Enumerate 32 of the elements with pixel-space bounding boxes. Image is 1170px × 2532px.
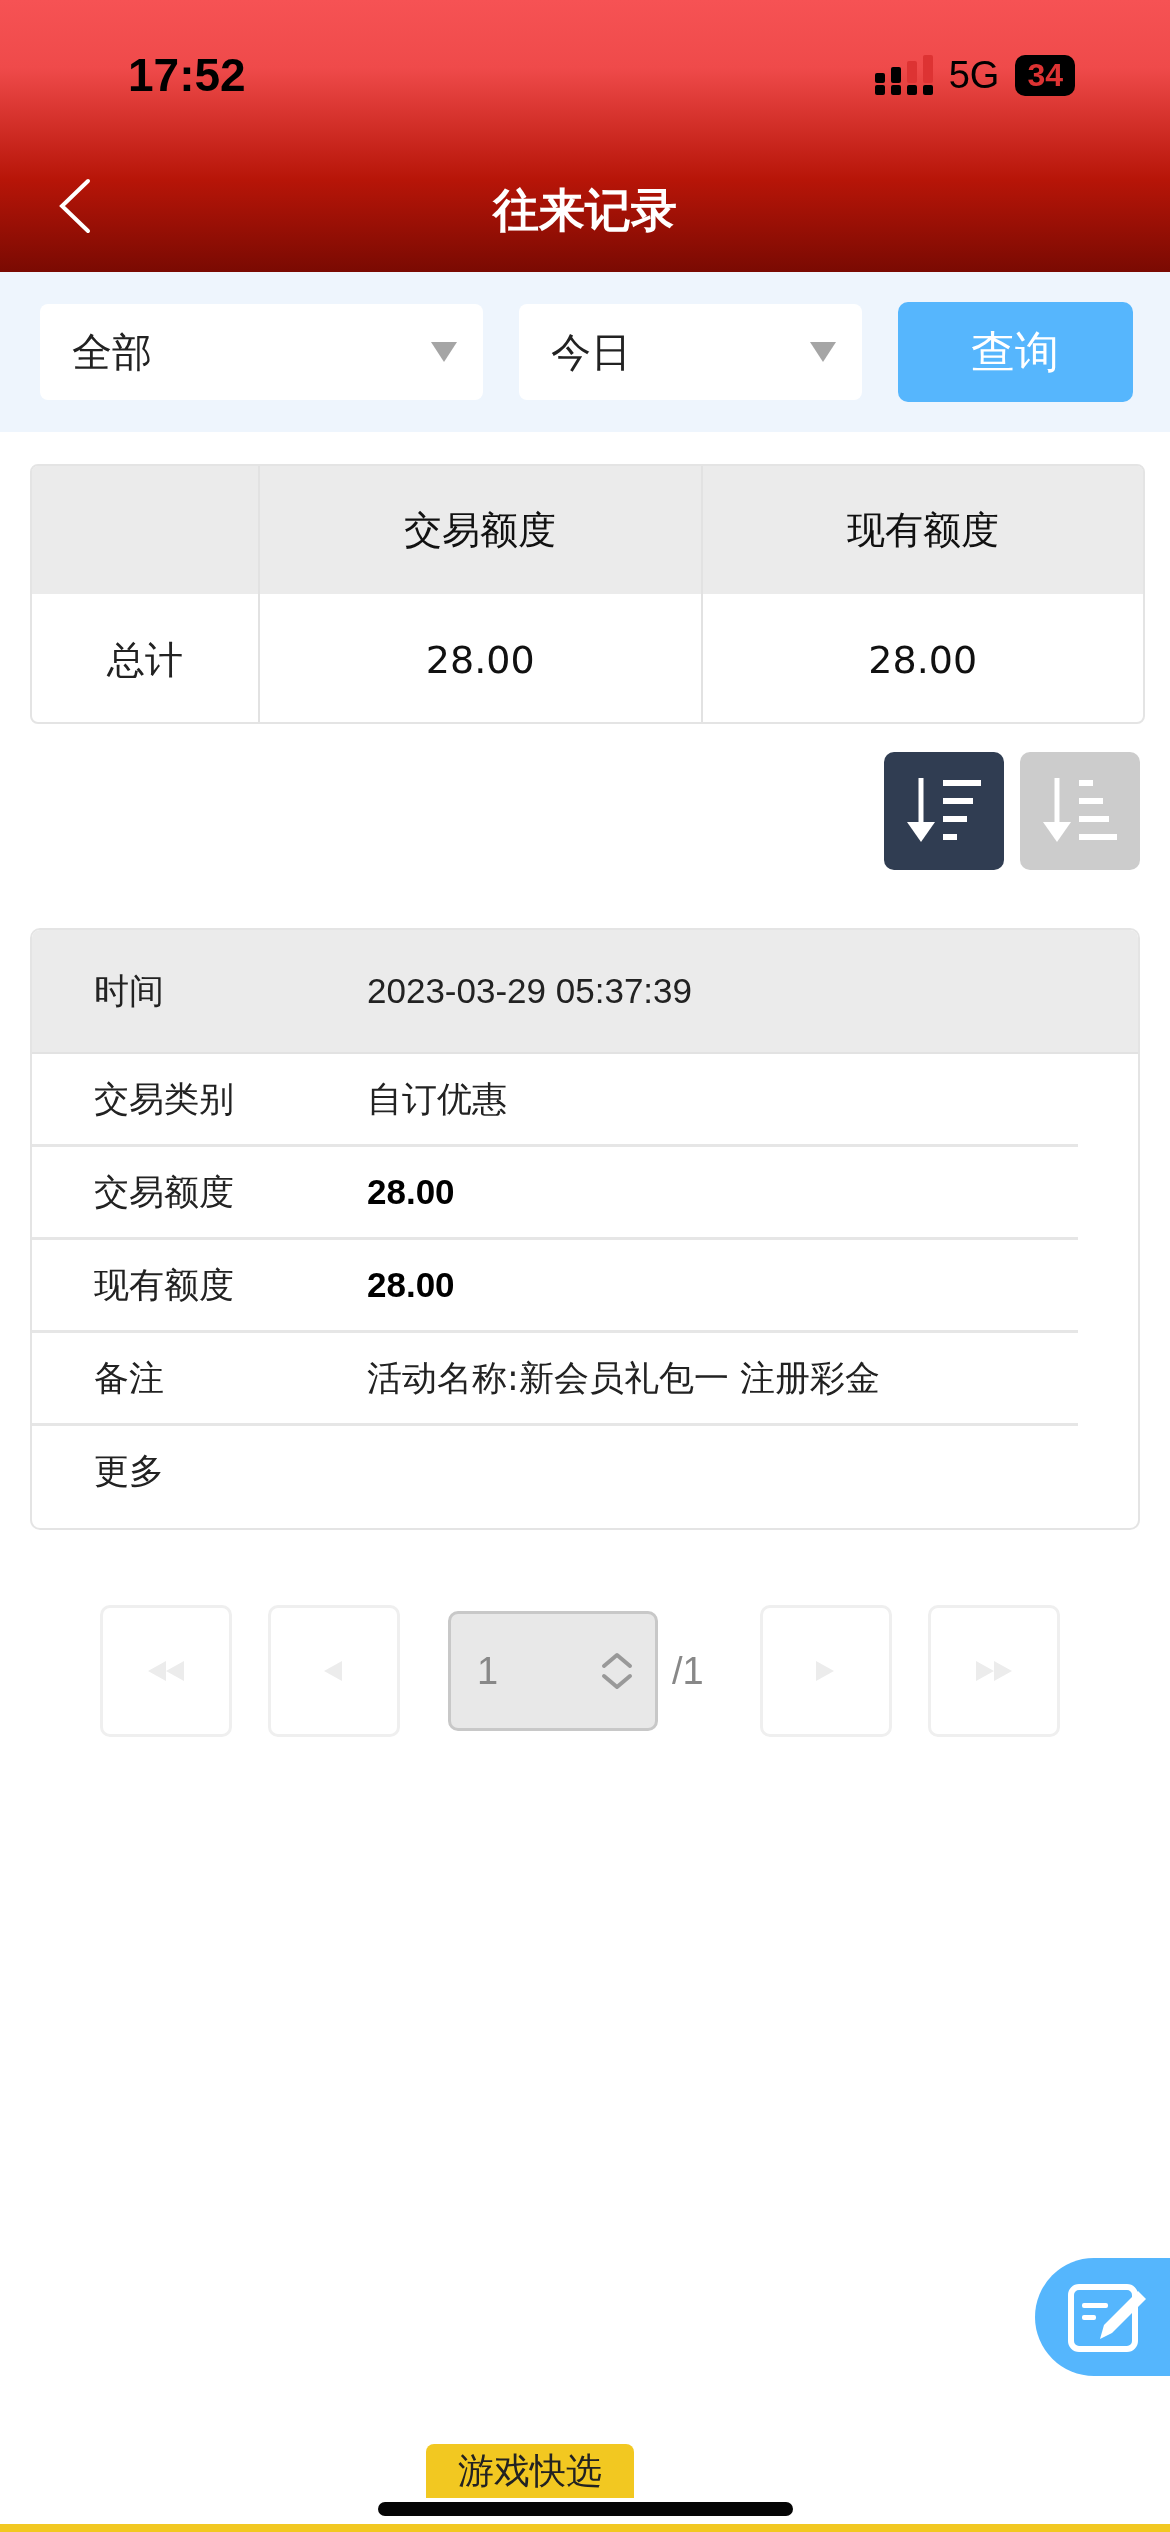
table-cell-text: 28.00 xyxy=(867,637,979,684)
field-value: 28.00 xyxy=(367,1172,455,1212)
battery-level: 34 xyxy=(1015,54,1075,96)
field-value: 28.00 xyxy=(367,1265,455,1305)
sort-descending-icon xyxy=(907,778,981,844)
field-label: 交易额度 xyxy=(93,1170,235,1214)
page-title: 往来记录 xyxy=(493,182,677,239)
status-time: 17:52 xyxy=(128,48,246,102)
edit-note-button[interactable] xyxy=(1035,2258,1170,2376)
edit-note-icon xyxy=(1067,2281,1148,2353)
field-value: 自订优惠 xyxy=(367,1077,507,1121)
back-icon[interactable] xyxy=(58,178,92,234)
field-label: 交易类别 xyxy=(93,1077,235,1121)
network-label: 5G xyxy=(948,53,1000,97)
dropdown-caret-icon xyxy=(809,342,836,362)
field-label: 备注 xyxy=(93,1356,165,1400)
field-value: 2023-03-29 05:37:39 xyxy=(367,971,692,1011)
page-total: /1 xyxy=(672,1649,704,1693)
sort-button[interactable] xyxy=(884,752,1004,870)
bottom-tab[interactable]: 游戏快选 xyxy=(426,2444,634,2498)
dropdown-caret-icon xyxy=(430,342,457,362)
signal-icon xyxy=(874,55,933,95)
stepper-icon xyxy=(601,1652,633,1690)
table-cell: 28.00 xyxy=(260,594,703,722)
field-value: 活动名称:新会员礼包一 注册彩金 xyxy=(367,1356,880,1400)
sort-ascending-icon xyxy=(1043,778,1117,844)
filter-dropdown[interactable]: 今日 xyxy=(518,304,862,400)
filter-dropdown[interactable]: 全部 xyxy=(40,304,483,400)
field-label: 时间 xyxy=(93,969,165,1013)
field-label: 现有额度 xyxy=(93,1263,235,1307)
field-label: 更多 xyxy=(93,1449,165,1493)
row-label: 总计 xyxy=(32,594,260,722)
